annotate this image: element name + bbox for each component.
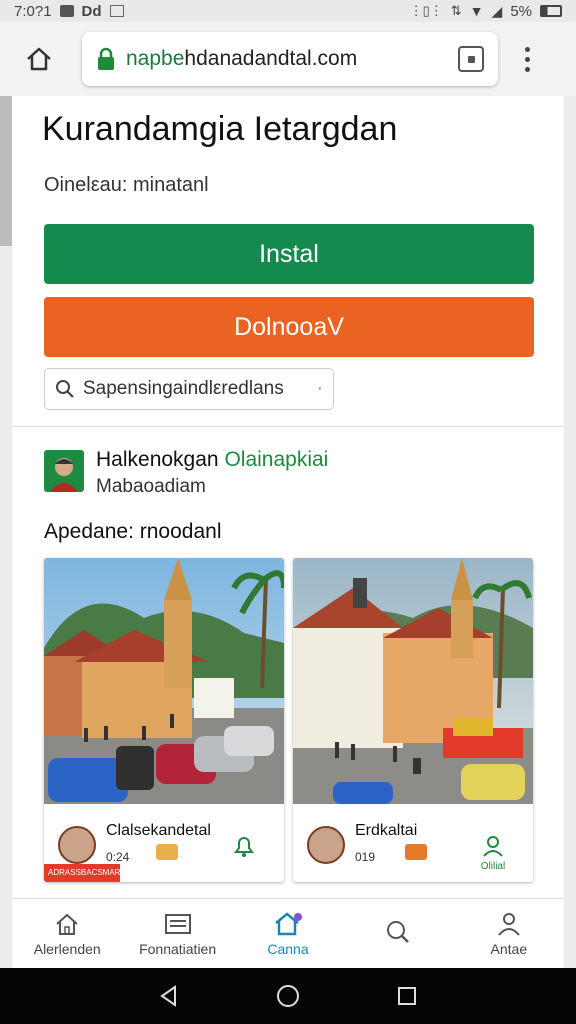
back-icon[interactable] [157, 984, 181, 1008]
notification-icon [59, 5, 74, 17]
screenshot-photo [44, 558, 284, 804]
status-bar: 7:0?1 Dd ⋮▯⋮ ⇅ ▼ ◢ 5% [0, 0, 576, 22]
menu-dot [524, 46, 530, 52]
nav-label: Canna [267, 940, 309, 957]
account-icon [498, 912, 520, 936]
install-button[interactable]: Instal [44, 224, 534, 284]
signal-icon: ◢ [491, 2, 503, 19]
page-subtitle: Oinelεau: minatanl [44, 174, 209, 196]
url-prefix: napbe [126, 47, 185, 70]
card-count: 019 [355, 850, 376, 864]
divider [12, 426, 564, 427]
nav-item-news[interactable]: Fonnatiatien [122, 899, 232, 968]
lock-icon [98, 47, 114, 70]
address-bar[interactable]: napbehdanadandtal.com [82, 32, 498, 86]
recents-icon[interactable] [395, 984, 419, 1008]
search-icon [387, 920, 410, 943]
search-input[interactable]: Sapensingaindlεredlans · [44, 368, 334, 410]
card-action-label: Olilial [480, 861, 506, 872]
tab-icon [467, 55, 475, 63]
bell-icon [234, 837, 254, 857]
card-badge-icon [156, 844, 178, 860]
wifi-icon: ▼ [469, 3, 484, 19]
tab-switcher-button[interactable] [458, 46, 484, 72]
page-title: Kurandamgia Ietargdan [42, 110, 398, 148]
developer-avatar[interactable] [44, 450, 84, 492]
home-icon [56, 913, 78, 935]
download-button[interactable]: DolnooaV [44, 297, 534, 357]
url-suffix: .com [311, 47, 358, 70]
card-footer: Erdkaltai 019 Olilial [293, 804, 533, 882]
nav-label: Alerlenden [33, 940, 101, 957]
developer-name[interactable]: Halkenokgan Olainapkiai [96, 448, 328, 472]
browser-toolbar: napbehdanadandtal.com [0, 22, 576, 96]
card-action-button[interactable]: Olilial [475, 834, 511, 872]
nav-item-account[interactable]: Antae [454, 899, 564, 968]
apps-icon [275, 911, 303, 935]
nav-label: Fonnatiatien [139, 940, 217, 957]
system-navigation-bar [0, 968, 576, 1024]
card-badge-icon [405, 844, 427, 860]
search-end: · [316, 378, 323, 399]
home-circle-icon[interactable] [275, 983, 301, 1009]
screenshot-card[interactable]: Clalsekandetal 0:24 ADRASSBACSMAR [44, 558, 284, 882]
battery-icon [540, 5, 562, 17]
vibrate-icon: ⋮▯⋮ [409, 3, 443, 18]
section-title: Apedane: rnoodanl [44, 520, 222, 543]
screenshot-card[interactable]: Erdkaltai 019 Olilial [293, 558, 533, 882]
bottom-navigation: Alerlenden Fonnatiatien Canna Antae [12, 898, 564, 968]
developer-meta: Mabaoadiam [96, 476, 206, 497]
nav-item-apps[interactable]: Canna [233, 899, 343, 968]
card-action-button[interactable] [226, 834, 262, 861]
url-domain: hdanadandtal [184, 47, 312, 70]
menu-dot [524, 66, 530, 72]
menu-dot [524, 56, 530, 62]
home-button[interactable] [14, 34, 64, 84]
card-footer: Clalsekandetal 0:24 ADRASSBACSMAR [44, 804, 284, 882]
nav-item-search[interactable] [343, 899, 453, 968]
data-icon: ⇅ [450, 3, 462, 18]
search-icon [56, 380, 74, 398]
card-avatar [307, 826, 345, 864]
card-title: Erdkaltai [355, 822, 418, 839]
developer-name-tag: Olainapkiai [224, 448, 329, 471]
screenshot-photo [293, 558, 533, 804]
developer-photo [50, 458, 78, 492]
nav-label: Antae [490, 940, 528, 957]
person-icon [483, 836, 503, 857]
red-tag: ADRASSBACSMAR [44, 864, 120, 882]
page-content: Kurandamgia Ietargdan Oinelεau: minatanl… [12, 96, 564, 966]
status-icons-left: Dd [81, 2, 102, 20]
image-icon [109, 5, 124, 17]
developer-name-main: Halkenokgan [96, 448, 219, 471]
url-text[interactable]: napbehdanadandtal.com [126, 47, 458, 71]
card-avatar [58, 826, 96, 864]
home-icon [27, 47, 51, 71]
scroll-indicator [0, 96, 12, 246]
card-title: Clalsekandetal [106, 822, 211, 839]
battery-percent: 5% [510, 2, 532, 20]
menu-button[interactable] [512, 46, 542, 72]
nav-item-home[interactable]: Alerlenden [12, 899, 122, 968]
news-icon [164, 913, 191, 934]
status-time: 7:0?1 [14, 2, 52, 20]
card-count: 0:24 [106, 850, 130, 864]
search-text: Sapensingaindlεredlans [83, 378, 284, 399]
